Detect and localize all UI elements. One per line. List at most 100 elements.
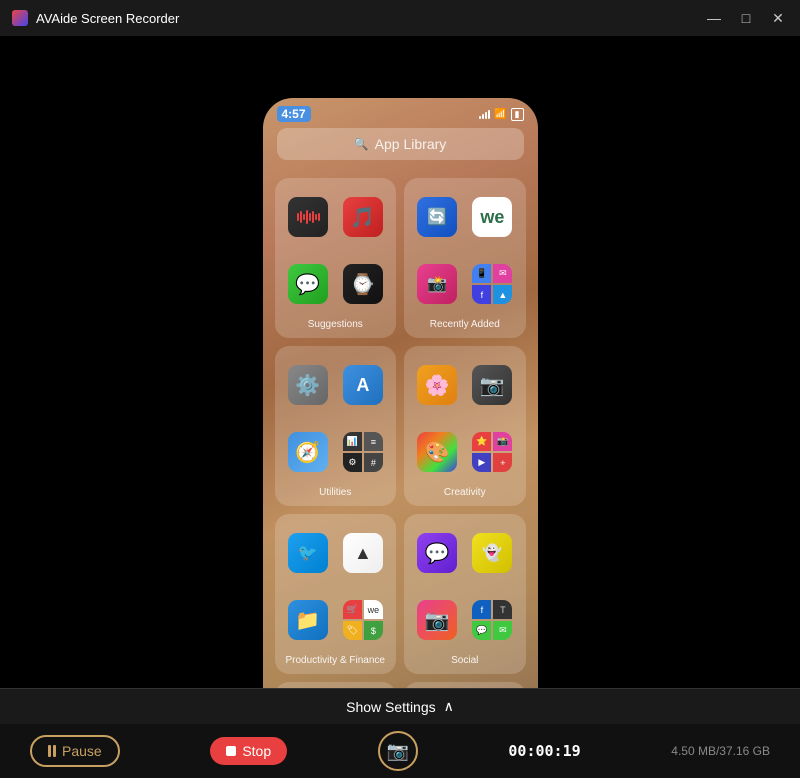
music-icon-wrapper: 🎵 [338, 186, 388, 248]
wifi-icon: 📶 [494, 109, 506, 120]
prod-mini-4: $ [364, 621, 383, 640]
settings-icon[interactable]: ⚙️ [288, 365, 328, 405]
inshot-icon-wrapper: 📸 [412, 253, 462, 315]
soc-mini-2: T [493, 600, 512, 619]
pause-button[interactable]: Pause [30, 735, 120, 767]
suggestions-icons: 🎵 💬 ⌚ [283, 186, 389, 315]
utilities-icons: ⚙️ A 🧭 📊 ≡ [283, 354, 389, 483]
voice-memo-icon[interactable] [288, 197, 328, 237]
prod-mini-3: 🏷 [343, 621, 362, 640]
app-grid: 🎵 💬 ⌚ Suggestions [263, 170, 538, 726]
category-utilities[interactable]: ⚙️ A 🧭 📊 ≡ [275, 346, 397, 506]
search-text: App Library [375, 136, 447, 152]
app-icon [12, 10, 28, 26]
settings-icon-wrapper: ⚙️ [283, 354, 333, 416]
watch-icon-wrapper: ⌚ [338, 253, 388, 315]
mini-cluster-productivity: 🛒 we 🏷 $ [338, 589, 388, 651]
category-productivity[interactable]: 🐦 ▲ 📁 🛒 we [275, 514, 397, 674]
messages-icon-wrapper: 💬 [283, 253, 333, 315]
category-recently-added[interactable]: 🔄 we 📸 📱 ✉ [404, 178, 526, 338]
screenshot-button[interactable]: 📷 [378, 731, 418, 771]
snapchat-icon-wrapper: 👻 [467, 522, 517, 584]
drive-icon[interactable]: ▲ [343, 533, 383, 573]
appstore-icon-wrapper: A [338, 354, 388, 416]
chevron-up-icon: ∧ [444, 698, 454, 715]
timer-display: 00:00:19 [508, 742, 580, 760]
title-bar-left: AVAide Screen Recorder [12, 10, 179, 26]
twitter-icon[interactable]: 🐦 [288, 533, 328, 573]
search-bar[interactable]: 🔍 App Library [277, 128, 524, 160]
stop-icon [226, 746, 236, 756]
soc-mini-4: ✉ [493, 621, 512, 640]
mini-cluster-recently: 📱 ✉ f ▲ [467, 253, 517, 315]
app-row-1: 🎵 💬 ⌚ Suggestions [275, 178, 526, 338]
app-row-2: ⚙️ A 🧭 📊 ≡ [275, 346, 526, 506]
signal-icon [479, 109, 490, 119]
pause-bar-2 [53, 745, 56, 757]
pause-label: Pause [62, 743, 102, 759]
pinwheel-icon[interactable]: 🎨 [417, 432, 457, 472]
mini-icon-4: ▲ [493, 285, 512, 304]
creativity-label: Creativity [412, 487, 518, 498]
recently-added-label: Recently Added [412, 319, 518, 330]
snapchat-icon[interactable]: 👻 [472, 533, 512, 573]
title-bar: AVAide Screen Recorder — □ ✕ [0, 0, 800, 36]
category-creativity[interactable]: 🌸 📷 🎨 ⭐ 📸 [404, 346, 526, 506]
soc-mini-3: 💬 [472, 621, 491, 640]
phone-screen: 4:57 📶 ▮ 🔍 App Library [263, 98, 538, 726]
pinwheel-icon-wrapper: 🎨 [412, 421, 462, 483]
category-social[interactable]: 💬 👻 📷 f T [404, 514, 526, 674]
main-content: 4:57 📶 ▮ 🔍 App Library [0, 36, 800, 778]
photos-icon[interactable]: 🌸 [417, 365, 457, 405]
creativity-icons: 🌸 📷 🎨 ⭐ 📸 [412, 354, 518, 483]
safari-icon[interactable]: 🧭 [288, 432, 328, 472]
watch-icon[interactable]: ⌚ [343, 264, 383, 304]
creat-mini-2: 📸 [493, 432, 512, 451]
messenger-icon-wrapper: 💬 [412, 522, 462, 584]
show-settings-bar[interactable]: Show Settings ∧ [0, 688, 800, 724]
bottom-bar: Show Settings ∧ Pause Stop 📷 00:00:19 4.… [0, 688, 800, 778]
soc-mini-1: f [472, 600, 491, 619]
mini-cluster-utilities: 📊 ≡ ⚙ # [338, 421, 388, 483]
instagram-icon[interactable]: 📷 [417, 600, 457, 640]
app-title: AVAide Screen Recorder [36, 11, 179, 26]
toolbox-icon[interactable]: 🔄 [417, 197, 457, 237]
messages-icon[interactable]: 💬 [288, 264, 328, 304]
maximize-button[interactable]: □ [736, 8, 756, 28]
drive-icon-wrapper: ▲ [338, 522, 388, 584]
show-settings-text: Show Settings [346, 699, 436, 715]
camera-icon[interactable]: 📷 [472, 365, 512, 405]
creat-mini-3: ▶ [472, 453, 491, 472]
prod-mini-2: we [364, 600, 383, 619]
mini-icon-3: f [472, 285, 491, 304]
category-suggestions[interactable]: 🎵 💬 ⌚ Suggestions [275, 178, 397, 338]
mini-cluster-social-icons: f T 💬 ✉ [472, 600, 512, 640]
minimize-button[interactable]: — [704, 8, 724, 28]
prod-mini-1: 🛒 [343, 600, 362, 619]
files-icon[interactable]: 📁 [288, 600, 328, 640]
we-icon-wrapper: we [467, 186, 517, 248]
productivity-icons: 🐦 ▲ 📁 🛒 we [283, 522, 389, 651]
music-icon[interactable]: 🎵 [343, 197, 383, 237]
mini-cluster-social: f T 💬 ✉ [467, 589, 517, 651]
phone-container: 4:57 📶 ▮ 🔍 App Library [263, 36, 538, 778]
close-button[interactable]: ✕ [768, 8, 788, 28]
status-icons: 📶 ▮ [479, 108, 523, 121]
toolbox-icon-wrapper: 🔄 [412, 186, 462, 248]
util-mini-4: # [364, 453, 383, 472]
messenger-icon[interactable]: 💬 [417, 533, 457, 573]
photos-icon-wrapper: 🌸 [412, 354, 462, 416]
mini-icon-2: ✉ [493, 264, 512, 283]
camera-icon-btn: 📷 [387, 741, 409, 762]
appstore-icon[interactable]: A [343, 365, 383, 405]
inshot-icon[interactable]: 📸 [417, 264, 457, 304]
social-icons: 💬 👻 📷 f T [412, 522, 518, 651]
creat-mini-4: + [493, 453, 512, 472]
files-icon-wrapper: 📁 [283, 589, 333, 651]
app-row-3: 🐦 ▲ 📁 🛒 we [275, 514, 526, 674]
creat-mini-1: ⭐ [472, 432, 491, 451]
we-icon[interactable]: we [472, 197, 512, 237]
stop-button[interactable]: Stop [210, 737, 287, 765]
recently-added-icons: 🔄 we 📸 📱 ✉ [412, 186, 518, 315]
stop-label: Stop [242, 743, 271, 759]
